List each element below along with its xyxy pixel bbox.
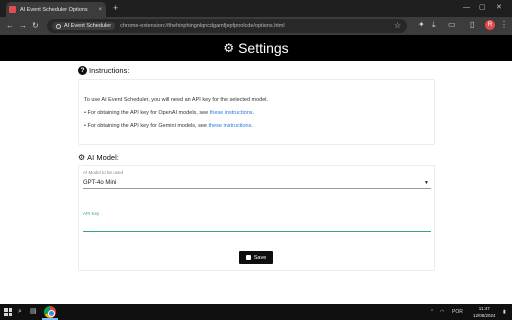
model-select-label: AI Model to be used <box>83 170 124 175</box>
save-disk-icon <box>245 255 251 260</box>
new-tab-button[interactable]: + <box>113 3 118 13</box>
gemini-instruction: • For obtaining the API key for Gemini m… <box>84 123 253 129</box>
gemini-instructions-link[interactable]: these instructions <box>209 123 252 129</box>
omnibox[interactable]: AI Event Scheduler chrome-extension://th… <box>47 19 407 33</box>
clock-time: 11:47 <box>478 306 490 311</box>
extensions-puzzle-icon[interactable]: ✦ <box>418 20 425 30</box>
ai-model-heading: ⚙ AI Model: <box>78 153 119 162</box>
dropdown-caret-icon: ▼ <box>424 180 429 186</box>
minimize-button[interactable]: — <box>463 3 470 13</box>
site-chip[interactable]: AI Event Scheduler <box>52 22 116 30</box>
openai-instructions-link[interactable]: these instructions <box>210 110 253 116</box>
openai-instruction: • For obtaining the API key for OpenAI m… <box>84 110 255 116</box>
address-bar-row: ← → ↻ AI Event Scheduler chrome-extensio… <box>0 17 512 35</box>
api-key-input[interactable] <box>83 218 431 232</box>
ai-model-card: AI Model to be used GPT-4o Mini ▼ API Ke… <box>78 165 435 271</box>
ai-model-title: AI Model: <box>87 153 119 162</box>
gear-icon: ⚙ <box>223 41 235 55</box>
taskbar: ⌕ ▤ ⌃ ◠ POR 11:47 12/08/2024 ▮ <box>0 304 512 320</box>
file-explorer-icon[interactable]: ▤ <box>30 307 37 317</box>
extension-icon <box>56 23 61 29</box>
instructions-intro: To use AI Event Scheduler, you will need… <box>84 97 269 103</box>
api-key-label: API Key <box>83 211 100 216</box>
maximize-button[interactable]: ▢ <box>479 3 486 13</box>
instructions-heading: ? Instructions: <box>78 66 129 75</box>
forward-icon[interactable]: → <box>19 21 27 31</box>
menu-kebab-icon[interactable]: ⋮ <box>500 20 508 30</box>
browser-tab[interactable]: AI Event Scheduler Options × <box>6 2 106 17</box>
close-window-button[interactable]: ✕ <box>496 3 502 13</box>
system-clock[interactable]: 11:47 12/08/2024 <box>473 305 496 319</box>
tab-title: AI Event Scheduler Options <box>20 6 88 13</box>
site-chip-label: AI Event Scheduler <box>64 23 112 29</box>
url-text: chrome-extension://thehinphingnlqncdgamf… <box>120 23 285 29</box>
settings-header: ⚙ Settings <box>0 35 512 61</box>
save-button-label: Save <box>253 254 267 261</box>
clock-date: 12/08/2024 <box>473 313 496 318</box>
search-icon[interactable]: ⌕ <box>18 307 22 317</box>
tray-chevron-icon[interactable]: ⌃ <box>430 307 434 317</box>
save-button[interactable]: Save <box>239 251 273 264</box>
instructions-title: Instructions: <box>89 66 130 75</box>
profile-avatar[interactable]: R <box>485 20 495 30</box>
downloads-icon[interactable]: ⤓ <box>432 20 436 30</box>
notification-icon[interactable]: ▮ <box>503 307 506 317</box>
language-indicator[interactable]: POR <box>452 307 463 317</box>
model-select[interactable]: GPT-4o Mini ▼ <box>83 178 431 189</box>
bookmark-star-icon[interactable]: ☆ <box>394 21 401 30</box>
page-title: Settings <box>238 40 289 56</box>
close-tab-icon[interactable]: × <box>94 7 106 13</box>
extension-favicon-icon <box>9 6 16 13</box>
cast-icon[interactable]: ▭ <box>448 20 456 30</box>
start-button[interactable] <box>4 308 12 316</box>
reload-icon[interactable]: ↻ <box>32 21 39 31</box>
settings-icon: ⚙ <box>78 153 86 162</box>
wifi-icon[interactable]: ◠ <box>440 307 444 317</box>
side-panel-icon[interactable]: ▯ <box>470 20 474 30</box>
question-icon: ? <box>78 66 87 75</box>
back-icon[interactable]: ← <box>6 21 14 31</box>
instructions-card: To use AI Event Scheduler, you will need… <box>78 79 435 145</box>
chrome-taskbar-icon[interactable] <box>44 306 56 318</box>
tab-bar: AI Event Scheduler Options × + — ▢ ✕ <box>0 0 512 17</box>
model-select-value: GPT-4o Mini <box>83 180 117 186</box>
